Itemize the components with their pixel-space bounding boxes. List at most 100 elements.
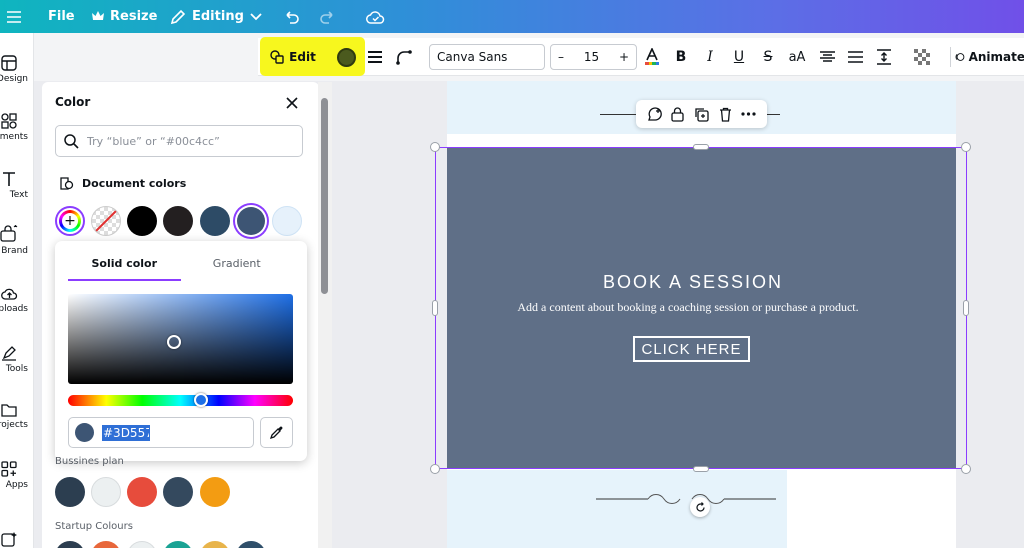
document-color-swatch[interactable] — [272, 206, 302, 236]
edit-label: Edit — [289, 50, 316, 64]
rotate-handle[interactable] — [690, 497, 710, 517]
italic-button[interactable]: I — [701, 45, 719, 69]
strikethrough-button[interactable]: S — [759, 45, 777, 69]
transparency-checker-icon — [914, 49, 930, 65]
no-color-slash-icon — [94, 209, 118, 233]
trash-icon[interactable] — [719, 107, 732, 122]
resize-handle-right[interactable] — [963, 300, 969, 316]
panel-scrollbar[interactable] — [318, 82, 332, 548]
sidebar-item-tools[interactable]: Tools — [0, 345, 32, 374]
sidebar-item-projects[interactable]: Projects — [0, 403, 32, 430]
align-center-icon — [819, 51, 835, 62]
font-family-dropdown[interactable]: Canva Sans — [429, 44, 545, 70]
color-mode-tabs: Solid color Gradient — [68, 253, 293, 281]
fill-color-button[interactable] — [334, 45, 358, 69]
palette-swatch[interactable] — [127, 477, 157, 507]
border-lines-icon — [368, 51, 382, 63]
font-size-increase-button[interactable]: + — [619, 50, 629, 64]
sidebar-item-elements[interactable]: Elements — [0, 113, 32, 142]
file-menu[interactable]: File — [48, 0, 75, 33]
undo-button[interactable] — [283, 0, 299, 33]
strikethrough-label: S — [763, 49, 773, 65]
redo-button[interactable] — [320, 0, 336, 33]
selected-document-color-swatch[interactable] — [237, 207, 265, 235]
resize-handle-top-left[interactable] — [430, 142, 440, 152]
palette-swatch[interactable] — [200, 477, 230, 507]
animate-icon — [955, 53, 965, 61]
sidebar-item-brand[interactable]: Brand — [0, 225, 32, 256]
element-context-menu — [636, 100, 767, 128]
corner-radius-icon — [396, 50, 412, 65]
bold-button[interactable]: B — [672, 45, 690, 69]
hue-slider[interactable] — [68, 395, 293, 406]
font-size-value[interactable]: 15 — [584, 50, 599, 64]
toolbar-divider — [947, 45, 953, 69]
font-size-decrease-button[interactable]: – — [558, 50, 564, 64]
resize-handle-bottom-right[interactable] — [961, 464, 971, 474]
underline-button[interactable]: U — [730, 45, 748, 69]
sidebar-item-design[interactable]: Design — [0, 55, 32, 84]
eyedropper-button[interactable] — [260, 417, 293, 448]
scrollbar-thumb[interactable] — [321, 98, 328, 294]
list-button[interactable] — [846, 45, 864, 69]
edit-image-button[interactable]: Edit — [270, 45, 316, 69]
lock-icon[interactable] — [671, 106, 685, 122]
letter-case-label: aA — [788, 49, 806, 65]
resize-handle-bottom[interactable] — [693, 466, 709, 472]
palette-swatch[interactable] — [163, 477, 193, 507]
close-panel-button[interactable] — [285, 95, 301, 111]
resize-handle-top[interactable] — [693, 144, 709, 150]
document-color-swatch[interactable] — [200, 206, 230, 236]
brand-icon — [0, 225, 18, 242]
duplicate-icon[interactable] — [694, 107, 709, 122]
font-size-stepper[interactable]: – 15 + — [550, 44, 637, 70]
more-options-icon[interactable] — [741, 112, 756, 116]
sidebar-item-magic[interactable] — [0, 531, 32, 548]
tab-solid-color[interactable]: Solid color — [68, 253, 181, 281]
corner-rounding-button[interactable] — [393, 45, 415, 69]
resize-handle-bottom-left[interactable] — [430, 464, 440, 474]
list-icon — [847, 51, 863, 63]
resize-button[interactable]: Resize — [92, 0, 157, 33]
comment-add-icon[interactable] — [647, 106, 662, 122]
transparent-swatch[interactable] — [91, 206, 121, 236]
eyedropper-icon — [269, 426, 283, 440]
palette-swatch[interactable] — [55, 477, 85, 507]
document-color-swatch[interactable] — [127, 206, 157, 236]
flourish-divider — [596, 487, 776, 511]
editing-mode-button[interactable]: Editing — [170, 0, 262, 33]
hue-handle[interactable] — [194, 393, 208, 407]
line-spacing-icon — [877, 49, 891, 65]
color-search-input[interactable] — [87, 134, 287, 148]
resize-handle-top-right[interactable] — [961, 142, 971, 152]
hex-input[interactable] — [102, 424, 150, 441]
letter-case-button[interactable]: aA — [786, 45, 808, 69]
text-color-button[interactable] — [642, 45, 662, 69]
upload-cloud-icon — [0, 288, 17, 300]
tab-gradient[interactable]: Gradient — [181, 253, 294, 281]
align-button[interactable] — [818, 45, 836, 69]
menu-button[interactable] — [7, 0, 21, 33]
hex-input-field[interactable] — [68, 417, 254, 448]
animate-button[interactable]: Animate — [955, 45, 1024, 69]
sidebar-item-label: Tools — [5, 364, 28, 374]
saturation-handle[interactable] — [167, 335, 181, 349]
sidebar-item-uploads[interactable]: Uploads — [0, 287, 32, 314]
pencil-icon — [170, 9, 186, 24]
spacing-button[interactable] — [875, 45, 893, 69]
add-color-button[interactable]: + — [55, 206, 85, 236]
document-color-swatch[interactable] — [163, 206, 193, 236]
sidebar-item-apps[interactable]: Apps — [0, 461, 32, 490]
selection-frame — [435, 147, 967, 469]
cloud-save-status[interactable] — [366, 0, 385, 33]
text-color-icon — [645, 48, 659, 65]
palette-swatch[interactable] — [91, 477, 121, 507]
border-style-button[interactable] — [365, 45, 385, 69]
editing-label: Editing — [192, 9, 244, 24]
close-icon — [286, 97, 298, 109]
sidebar-item-text[interactable]: Text — [0, 171, 32, 200]
resize-handle-left[interactable] — [432, 300, 438, 316]
color-search-field[interactable] — [55, 125, 303, 157]
transparency-button[interactable] — [912, 45, 932, 69]
shapes-edit-icon — [270, 50, 284, 64]
